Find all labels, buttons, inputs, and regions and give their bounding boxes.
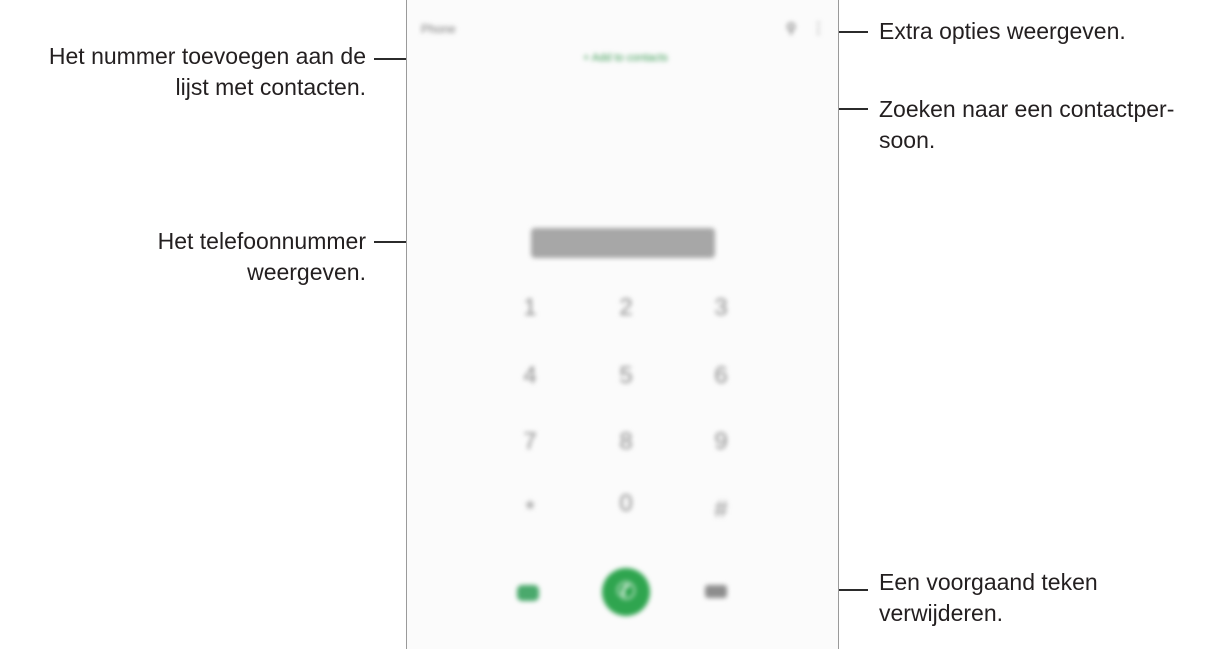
- phone-icon: ✆: [615, 578, 637, 605]
- dialpad-key-2[interactable]: 2: [606, 294, 646, 322]
- dialpad-key-7[interactable]: 7: [510, 428, 550, 456]
- callout-add-contact: Het nummer toevoegen aan de lijst met co…: [49, 41, 366, 103]
- callout-backspace: Een voorgaand teken verwijderen.: [879, 567, 1098, 629]
- dialpad-key-hash[interactable]: #: [701, 496, 741, 524]
- backspace-button[interactable]: [705, 585, 727, 598]
- video-call-button[interactable]: [517, 585, 539, 601]
- dialpad-key-0[interactable]: 0: [606, 490, 646, 518]
- callout-search-contact: Zoeken naar een contactper- soon.: [879, 94, 1174, 156]
- callout-search-contact-line-2: soon.: [879, 127, 936, 153]
- callout-add-contact-line-1: Het nummer toevoegen aan de: [48, 43, 366, 69]
- phone-screen: Phone + Add to contacts ⚲ ⋮ 0000000000 1…: [406, 0, 839, 649]
- dialpad-key-1[interactable]: 1: [510, 294, 550, 322]
- phone-number-display: 0000000000: [531, 228, 715, 258]
- dialpad-key-6[interactable]: 6: [701, 362, 741, 390]
- dialpad-key-5[interactable]: 5: [606, 362, 646, 390]
- callout-search-contact-line-1: Zoeken naar een contactper-: [879, 96, 1175, 122]
- callout-phone-number-line-1: Het telefoonnummer: [157, 228, 366, 254]
- callout-phone-number: Het telefoonnummer weergeven.: [158, 226, 366, 288]
- dialpad-key-star[interactable]: *: [510, 496, 550, 524]
- callout-backspace-line-2: verwijderen.: [879, 600, 1003, 626]
- call-button[interactable]: ✆: [602, 568, 650, 616]
- add-to-contacts-link[interactable]: + Add to contacts: [583, 52, 668, 64]
- dialpad-key-8[interactable]: 8: [606, 428, 646, 456]
- callout-phone-number-line-2: weergeven.: [247, 259, 366, 285]
- dialpad-key-3[interactable]: 3: [701, 294, 741, 322]
- callout-add-contact-line-2: lijst met contacten.: [175, 74, 366, 100]
- callout-more-options-line-1: Extra opties weergeven.: [879, 18, 1126, 44]
- app-title: Phone: [421, 22, 456, 36]
- callout-more-options: Extra opties weergeven.: [879, 16, 1126, 47]
- callout-backspace-line-1: Een voorgaand teken: [879, 569, 1098, 595]
- search-icon[interactable]: ⚲: [786, 20, 796, 37]
- dialpad-key-9[interactable]: 9: [701, 428, 741, 456]
- more-options-icon[interactable]: ⋮: [811, 19, 826, 37]
- dialpad-key-4[interactable]: 4: [510, 362, 550, 390]
